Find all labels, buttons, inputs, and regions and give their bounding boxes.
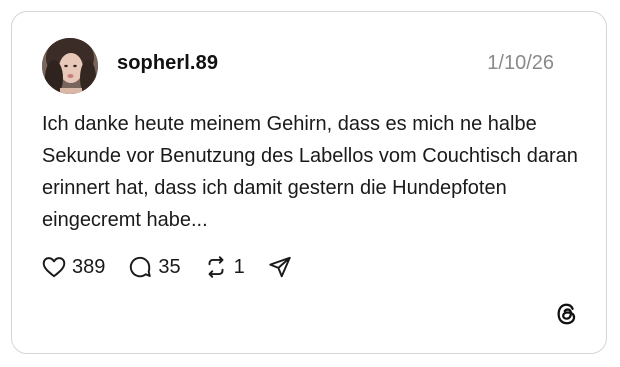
like-button[interactable]: 389	[41, 254, 105, 280]
reply-button[interactable]: 35	[127, 254, 181, 280]
post-text: Ich danke heute meinem Gehirn, dass es m…	[42, 113, 578, 231]
post-card: sopherl.89 1/10/26 Ich danke heute meine…	[11, 11, 607, 354]
action-bar: 389 35 1	[41, 252, 315, 282]
speech-bubble-icon	[130, 256, 152, 278]
send-icon	[269, 256, 291, 278]
share-button[interactable]	[267, 254, 293, 280]
reply-count: 35	[158, 255, 181, 278]
like-count: 389	[72, 255, 106, 278]
repost-count: 1	[233, 255, 245, 278]
avatar-image	[42, 38, 98, 94]
threads-logo-icon[interactable]	[554, 301, 580, 327]
repost-button[interactable]: 1	[203, 254, 245, 280]
avatar[interactable]	[42, 38, 98, 94]
username[interactable]: sopherl.89	[117, 52, 218, 75]
repost-icon	[208, 256, 224, 278]
heart-icon	[42, 257, 66, 278]
post-date: 1/10/26	[487, 52, 554, 74]
